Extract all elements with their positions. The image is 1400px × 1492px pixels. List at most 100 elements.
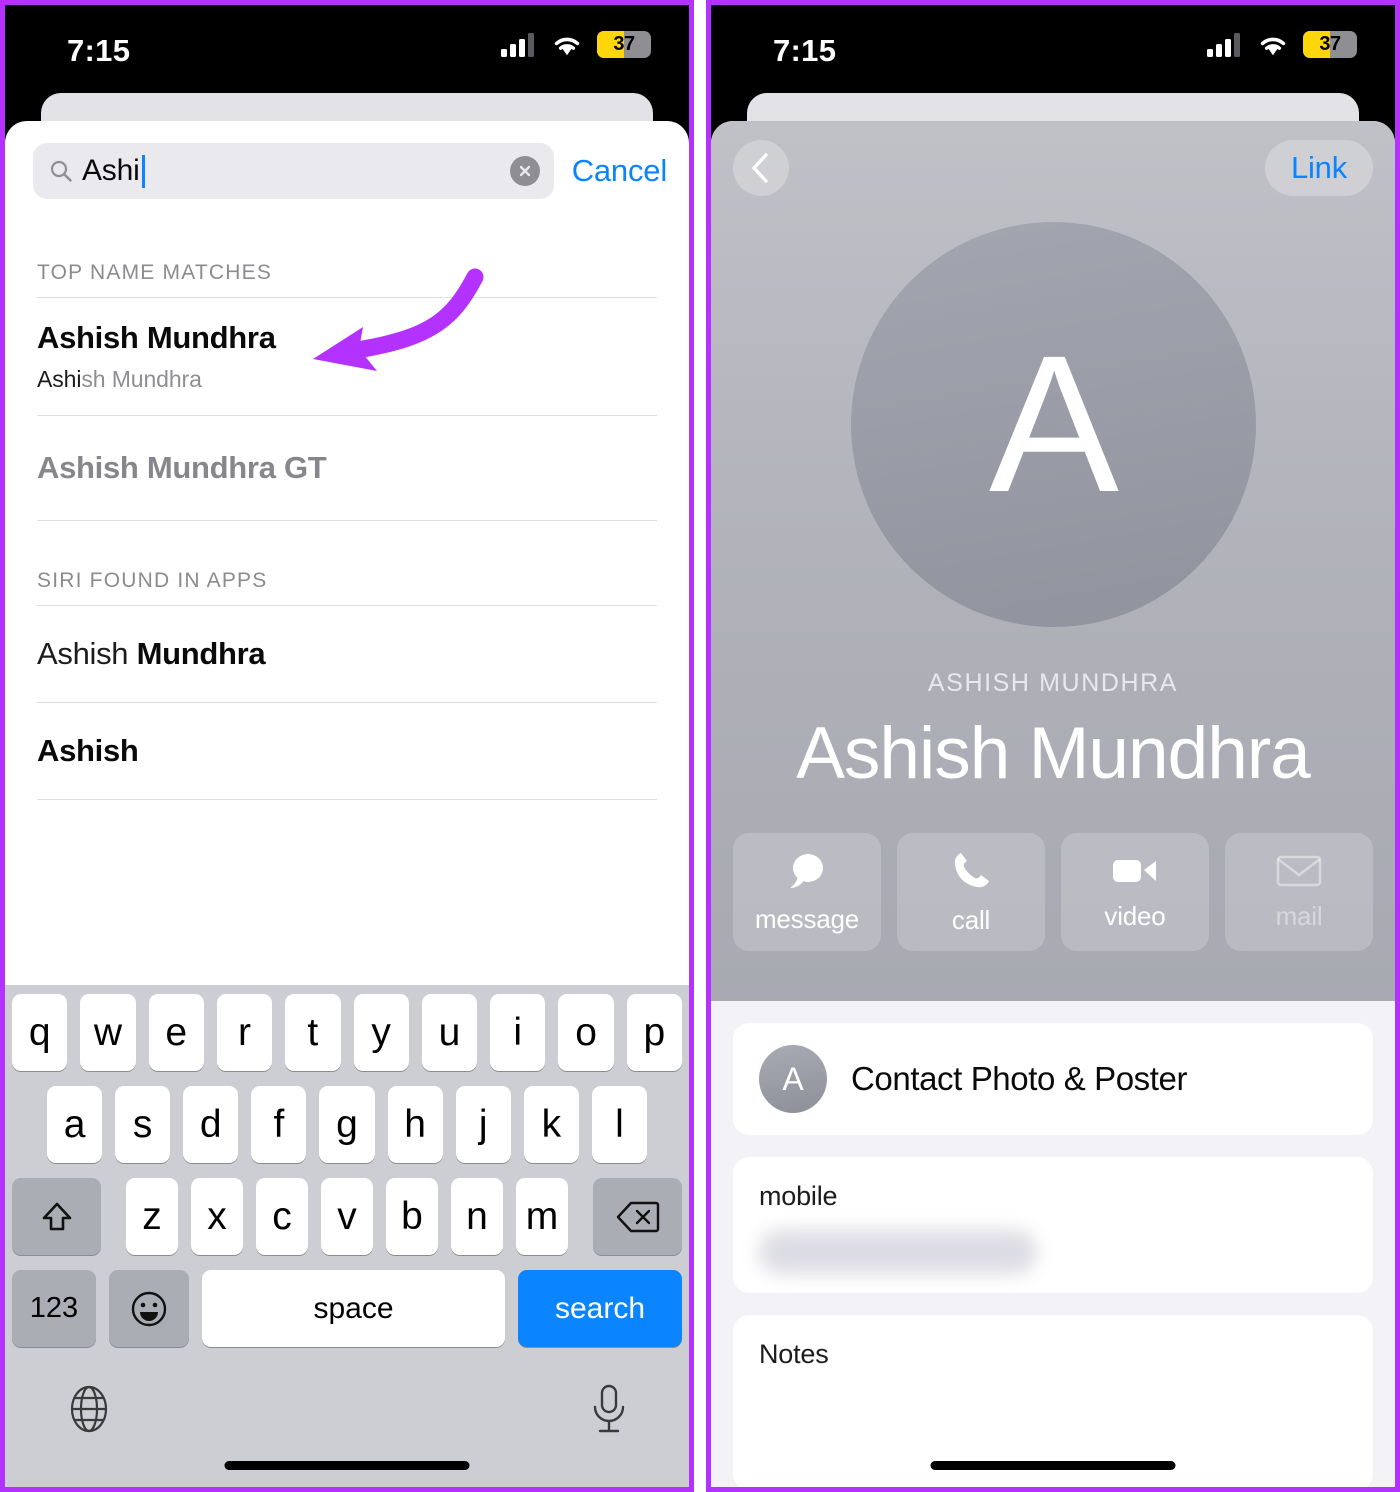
key-t[interactable]: t [285, 994, 341, 1071]
contact-hero: Link A ASHISH MUNDHRA Ashish Mundhra mes… [711, 121, 1395, 1001]
avatar[interactable]: A [850, 222, 1256, 627]
key-h[interactable]: h [387, 1086, 443, 1163]
siri-result-prefix: Ashish [37, 636, 137, 671]
result-subtitle-rest: sh Mundhra [81, 366, 202, 392]
keyboard-row-2: a s d f g h j k l [5, 1086, 689, 1163]
phone-handset-icon [954, 852, 989, 887]
home-indicator[interactable] [930, 1461, 1176, 1470]
quick-actions: message call video mail [711, 795, 1395, 951]
key-n[interactable]: n [451, 1178, 503, 1255]
contacts-search-sheet: Ashi Cancel TOP NAME MATCHES Ashish Mund… [5, 121, 689, 1487]
screenshot-stage: 7:15 37 Ashi Cancel TOP NAME MATCHES Ash… [0, 0, 1400, 1492]
battery-percent: 37 [1319, 33, 1341, 55]
battery-percent: 37 [613, 33, 635, 55]
wifi-icon [554, 37, 580, 55]
key-w[interactable]: w [80, 994, 136, 1071]
action-label: video [1104, 900, 1166, 931]
key-g[interactable]: g [319, 1086, 375, 1163]
redacted-phone-number [759, 1230, 1037, 1274]
clear-circle-icon [519, 165, 530, 177]
siri-result-label: Ashish [37, 733, 657, 769]
back-button[interactable] [733, 140, 789, 196]
key-a[interactable]: a [47, 1086, 103, 1163]
key-x[interactable]: x [191, 1178, 243, 1255]
key-k[interactable]: k [523, 1086, 579, 1163]
page-title: Ashish Mundhra [796, 713, 1311, 794]
key-q[interactable]: q [12, 994, 68, 1071]
action-label: mail [1275, 900, 1323, 931]
list-item[interactable]: Ashish Mundhra GT [5, 416, 689, 520]
list-item[interactable]: Ashish [5, 703, 689, 799]
shift-key[interactable] [12, 1178, 101, 1255]
emoji-key[interactable] [109, 1270, 189, 1347]
search-results-list: TOP NAME MATCHES Ashish Mundhra Ashish M… [5, 213, 689, 800]
key-e[interactable]: e [148, 994, 204, 1071]
key-r[interactable]: r [216, 994, 273, 1071]
status-time: 7:15 [67, 33, 131, 68]
contact-eyebrow: ASHISH MUNDHRA [927, 669, 1179, 697]
clear-search-button[interactable] [509, 156, 540, 186]
key-c[interactable]: c [256, 1178, 308, 1255]
search-input[interactable]: Ashi [33, 143, 554, 199]
on-screen-keyboard: q w e r t y u i o p a s d f g h j k l z … [5, 985, 689, 1487]
video-camera-icon [1113, 859, 1156, 882]
key-y[interactable]: y [353, 994, 409, 1071]
field-label: mobile [759, 1181, 838, 1211]
video-action-button[interactable]: video [1061, 833, 1209, 951]
key-j[interactable]: j [455, 1086, 511, 1163]
mobile-field-card[interactable]: mobile [733, 1157, 1373, 1293]
search-bar-row: Ashi Cancel [5, 121, 689, 213]
result-title: Ashish Mundhra [37, 320, 276, 355]
siri-result-emphasis: Ashish [37, 733, 139, 768]
action-label: message [754, 903, 860, 934]
backspace-delete-icon [616, 1201, 659, 1232]
contact-nav-bar: Link [711, 121, 1395, 196]
avatar: A [759, 1045, 827, 1113]
shift-up-arrow-icon [42, 1202, 71, 1230]
section-header-top-name-matches: TOP NAME MATCHES [37, 261, 273, 284]
key-u[interactable]: u [421, 994, 478, 1071]
keyboard-row-4: 123 space search [5, 1270, 689, 1347]
text-caret [141, 154, 145, 188]
numeric-key[interactable]: 123 [12, 1270, 96, 1347]
section-header-siri-found-in-apps: SIRI FOUND IN APPS [37, 569, 268, 592]
globe-key[interactable] [63, 1383, 115, 1440]
key-s[interactable]: s [115, 1086, 171, 1163]
key-m[interactable]: m [516, 1178, 568, 1255]
list-item[interactable]: Ashish Mundhra [5, 606, 689, 702]
microphone-dictation-icon [593, 1384, 625, 1433]
right-status-bar: 7:15 37 [711, 5, 1395, 89]
key-z[interactable]: z [126, 1178, 178, 1255]
key-v[interactable]: v [321, 1178, 373, 1255]
key-p[interactable]: p [626, 994, 682, 1071]
message-bubble-icon [790, 853, 823, 888]
cancel-search-button[interactable]: Cancel [568, 153, 671, 189]
wifi-icon [1260, 37, 1286, 55]
siri-result-emphasis: Mundhra [136, 636, 266, 671]
key-b[interactable]: b [386, 1178, 438, 1255]
panel-gap [694, 0, 706, 1492]
mail-action-button: mail [1225, 833, 1373, 951]
contact-photo-poster-row[interactable]: A Contact Photo & Poster [733, 1023, 1373, 1135]
result-subtitle-match: Ashi [37, 366, 82, 392]
call-action-button[interactable]: call [897, 833, 1045, 951]
message-action-button[interactable]: message [733, 833, 881, 951]
home-indicator[interactable] [224, 1461, 470, 1470]
key-d[interactable]: d [183, 1086, 239, 1163]
space-key[interactable]: space [202, 1270, 505, 1347]
mail-envelope-icon [1276, 855, 1322, 886]
list-item[interactable]: Ashish Mundhra Ashish Mundhra [5, 298, 689, 415]
result-title: Ashish Mundhra GT [37, 450, 327, 485]
backspace-key[interactable] [593, 1178, 682, 1255]
link-button[interactable]: Link [1265, 140, 1373, 196]
key-f[interactable]: f [251, 1086, 307, 1163]
key-l[interactable]: l [591, 1086, 647, 1163]
search-return-key[interactable]: search [518, 1270, 682, 1347]
cellular-bars-icon [501, 32, 534, 57]
left-status-bar: 7:15 37 [5, 5, 689, 89]
action-label: call [951, 904, 991, 935]
dictation-key[interactable] [587, 1382, 631, 1441]
status-icons: 37 [501, 31, 651, 58]
key-i[interactable]: i [490, 994, 546, 1071]
key-o[interactable]: o [558, 994, 614, 1071]
